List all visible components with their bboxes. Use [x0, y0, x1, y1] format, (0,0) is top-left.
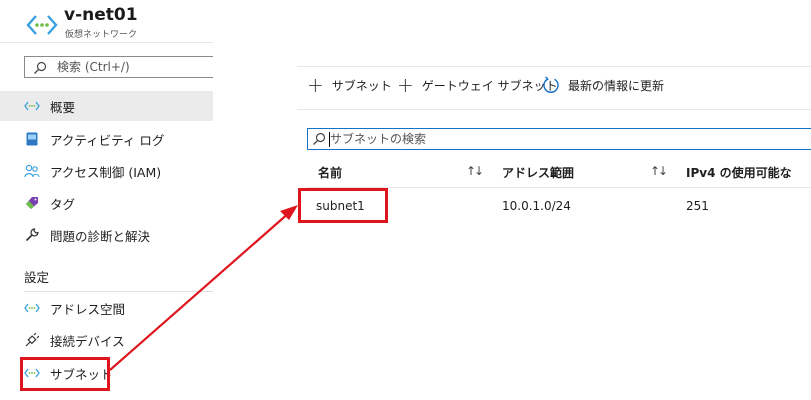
sidebar-item-label: 接続デバイス	[50, 333, 125, 349]
refresh-button[interactable]: 最新の情報に更新	[542, 75, 664, 95]
vnet-icon	[24, 98, 40, 114]
sidebar-item-address-space[interactable]: アドレス空間	[0, 293, 213, 323]
add-gateway-subnet-button[interactable]: + ゲートウェイ サブネット	[397, 75, 558, 95]
sidebar-item-iam[interactable]: アクセス制御 (IAM)	[0, 156, 213, 186]
sort-arrows-icon[interactable]: ↑↓	[650, 164, 668, 178]
sidebar-item-label: 概要	[50, 99, 76, 115]
sidebar-item-label: アクティビティ ログ	[50, 132, 165, 148]
address-range-cell: 10.0.1.0/24	[502, 199, 571, 213]
sidebar-item-tags[interactable]: タグ	[0, 188, 213, 218]
subnet-search-box	[307, 128, 811, 150]
sidebar-search-box	[24, 56, 213, 78]
sidebar-item-diagnose[interactable]: 問題の診断と解決	[0, 220, 213, 250]
sidebar-item-connected-devices[interactable]: 接続デバイス	[0, 325, 213, 355]
column-header-ipv4-available[interactable]: IPv4 の使用可能な	[686, 164, 811, 181]
page-subtitle: 仮想ネットワーク	[65, 30, 138, 40]
plus-icon: +	[307, 73, 324, 97]
column-header-address-range[interactable]: アドレス範囲	[502, 164, 574, 181]
search-icon	[313, 132, 326, 145]
sidebar-item-label: タグ	[50, 196, 76, 212]
plus-icon: +	[397, 73, 414, 97]
settings-section-label: 設定	[24, 270, 50, 285]
search-icon	[34, 61, 47, 74]
sidebar-search-input[interactable]	[57, 58, 207, 76]
iam-users-icon	[24, 163, 40, 179]
virtual-network-icon	[26, 15, 58, 35]
plug-icon	[24, 332, 40, 348]
sidebar-item-label: 問題の診断と解決	[50, 228, 151, 244]
add-subnet-button[interactable]: + サブネット	[307, 75, 392, 95]
toolbar-bottom-divider	[297, 109, 811, 110]
toolbar-top-divider	[297, 66, 811, 67]
column-header-name[interactable]: 名前	[318, 164, 342, 181]
annotation-highlight-subnets-menu	[20, 357, 110, 391]
annotation-highlight-subnet1	[298, 188, 388, 223]
page-title: v-net01	[64, 5, 138, 25]
wrench-icon	[24, 227, 40, 243]
vnet-icon	[24, 300, 40, 316]
sort-arrows-icon[interactable]: ↑↓	[466, 164, 484, 178]
subnet-search-input[interactable]	[330, 130, 790, 148]
sidebar-item-label: アドレス空間	[50, 301, 126, 317]
activity-log-icon	[24, 131, 40, 147]
sidebar-item-overview[interactable]: 概要	[0, 91, 213, 121]
sidebar-item-activity-log[interactable]: アクティビティ ログ	[0, 124, 213, 154]
tag-icon	[24, 195, 40, 211]
ipv4-available-cell: 251	[686, 199, 709, 213]
section-divider	[24, 291, 213, 292]
header-divider	[0, 42, 213, 43]
sidebar-item-label: アクセス制御 (IAM)	[50, 164, 162, 180]
refresh-icon	[543, 76, 559, 93]
